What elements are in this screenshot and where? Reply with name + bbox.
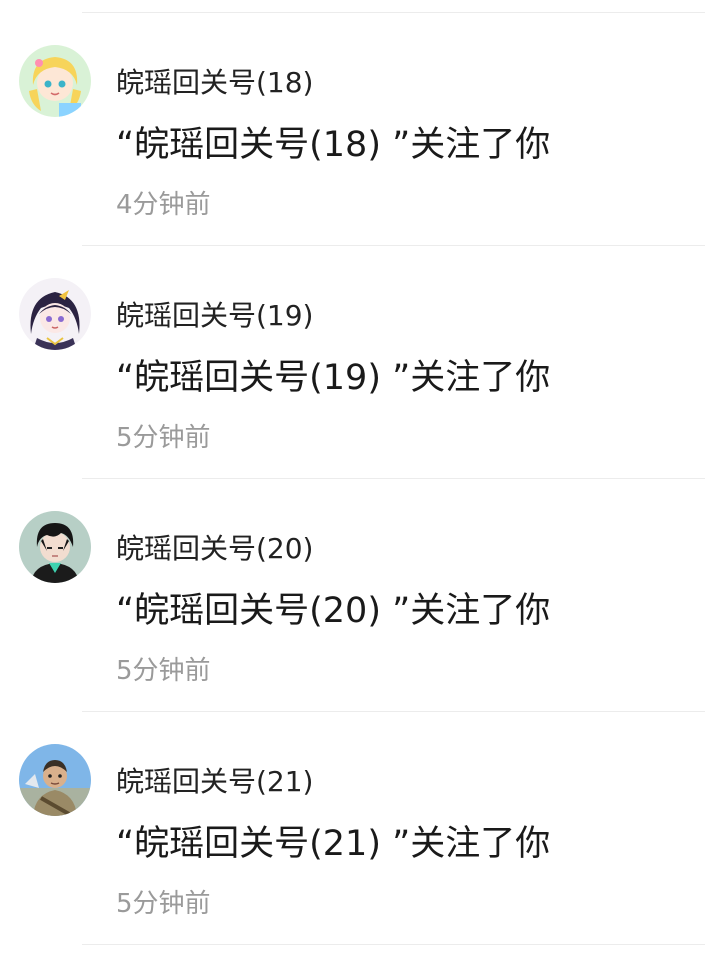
game-character-warrior-avatar-icon (19, 744, 91, 816)
anime-girl-dark-hair-avatar-icon (19, 278, 91, 350)
user-name[interactable]: 皖瑶回关号(21) (116, 764, 313, 800)
user-avatar[interactable] (19, 511, 91, 583)
notification-list: 皖瑶回关号(18) “皖瑶回关号(18) ”关注了你 4分钟前 皖瑶回关号(19… (0, 13, 705, 945)
user-avatar[interactable] (19, 278, 91, 350)
follow-message: “皖瑶回关号(21) ”关注了你 (116, 824, 551, 864)
user-avatar[interactable] (19, 45, 91, 117)
user-avatar[interactable] (19, 744, 91, 816)
anime-girl-blonde-avatar-icon (19, 45, 91, 117)
timestamp: 5分钟前 (116, 423, 211, 453)
anime-boy-black-hair-avatar-icon (19, 511, 91, 583)
timestamp: 4分钟前 (116, 190, 211, 220)
notification-item[interactable]: 皖瑶回关号(21) “皖瑶回关号(21) ”关注了你 5分钟前 (0, 712, 705, 945)
follow-message: “皖瑶回关号(19) ”关注了你 (116, 358, 551, 398)
notification-item[interactable]: 皖瑶回关号(18) “皖瑶回关号(18) ”关注了你 4分钟前 (0, 13, 705, 246)
timestamp: 5分钟前 (116, 656, 211, 686)
follow-message: “皖瑶回关号(20) ”关注了你 (116, 591, 551, 631)
user-name[interactable]: 皖瑶回关号(20) (116, 531, 313, 567)
user-name[interactable]: 皖瑶回关号(18) (116, 65, 313, 101)
user-name[interactable]: 皖瑶回关号(19) (116, 298, 313, 334)
item-divider (82, 944, 705, 945)
timestamp: 5分钟前 (116, 889, 211, 919)
follow-message: “皖瑶回关号(18) ”关注了你 (116, 125, 551, 165)
notification-item[interactable]: 皖瑶回关号(19) “皖瑶回关号(19) ”关注了你 5分钟前 (0, 246, 705, 479)
notification-item[interactable]: 皖瑶回关号(20) “皖瑶回关号(20) ”关注了你 5分钟前 (0, 479, 705, 712)
